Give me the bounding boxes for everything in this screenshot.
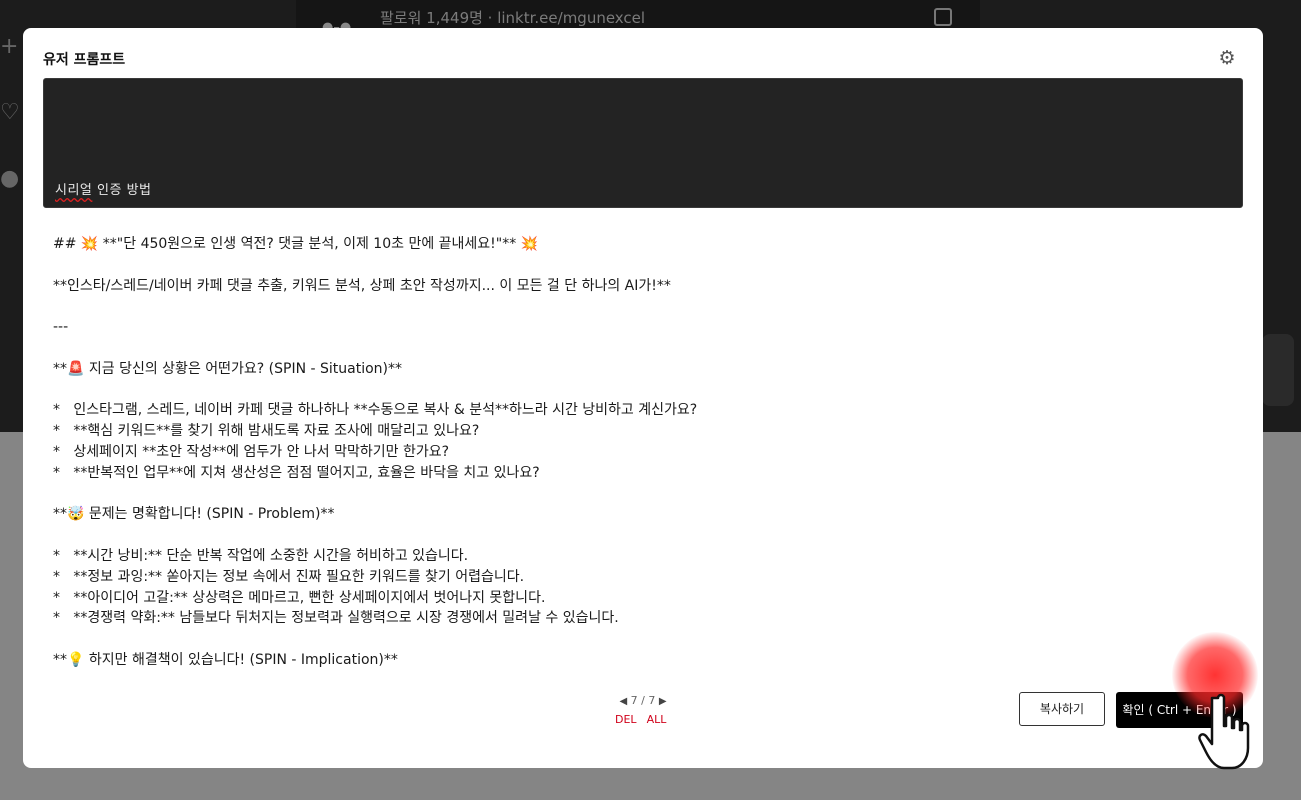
content-line: [53, 255, 1233, 276]
content-line: **💡 하지만 해결책이 있습니다! (SPIN - Implication)*…: [53, 651, 398, 668]
content-line: [53, 296, 1233, 317]
triangle-right-icon[interactable]: ▶: [659, 696, 667, 707]
background-header: ●–● 팔로워 1,449명 · linktr.ee/mgunexcel: [296, 0, 980, 35]
content-line: [53, 629, 1233, 650]
content-line: * 인스타그램, 스레드, 네이버 카페 댓글 하나하나 **수동으로 복사 &…: [53, 402, 698, 419]
background-card: [1262, 334, 1294, 406]
content-line: [53, 380, 1233, 401]
prompt-input[interactable]: 시리얼 인증 방법: [43, 78, 1243, 208]
user-icon: ●: [0, 166, 20, 191]
content-line: * **반복적인 업무**에 지쳐 생산성은 점점 떨어지고, 효율은 바닥을 …: [53, 464, 540, 481]
triangle-left-icon[interactable]: ◀: [619, 696, 627, 707]
stats-icon: [934, 8, 952, 26]
prompt-input-value-rest: 인증 방법: [92, 183, 152, 198]
content-line: [53, 525, 1233, 546]
notification-icon: ♡: [0, 100, 20, 125]
pager-actions: DEL ALL: [615, 713, 676, 726]
prompt-input-value: 시리얼 인증 방법: [55, 179, 152, 198]
content-line: [53, 338, 1233, 359]
pager: ◀ 7 / 7 ▶: [613, 694, 673, 707]
pager-current: 7 / 7: [630, 694, 656, 707]
user-prompt-modal: 유저 프롬프트 ⚙ 시리얼 인증 방법 ## 💥 **"단 450원으로 인생 …: [23, 28, 1263, 768]
content-line: [53, 484, 1233, 505]
content-line: * **경쟁력 약화:** 남들보다 뒤처지는 정보력과 실행력으로 시장 경쟁…: [53, 610, 619, 627]
content-line: **🤯 문제는 명확합니다! (SPIN - Problem)**: [53, 506, 335, 523]
modal-title: 유저 프롬프트: [43, 52, 126, 68]
content-line: **인스타/스레드/네이버 카페 댓글 추출, 키워드 분석, 상페 초안 작성…: [53, 277, 671, 294]
gear-icon[interactable]: ⚙: [1217, 48, 1237, 68]
content-line: * **핵심 키워드**를 찾기 위해 밤새도록 자료 조사에 매달리고 있나요…: [53, 423, 480, 440]
content-line: ---: [53, 319, 69, 336]
content-line: * **정보 과잉:** 쏟아지는 정보 속에서 진짜 필요한 키워드를 찾기 …: [53, 568, 525, 585]
content-line: * **시간 낭비:** 단순 반복 작업에 소중한 시간을 허비하고 있습니다…: [53, 547, 469, 564]
copy-button[interactable]: 복사하기: [1019, 692, 1105, 726]
all-link[interactable]: ALL: [647, 713, 667, 726]
content-line: ## 💥 **"단 450원으로 인생 역전? 댓글 분석, 이제 10초 만에…: [53, 236, 539, 252]
hand-cursor-icon: [1198, 693, 1250, 770]
prompt-input-value-misspelled: 시리얼: [55, 183, 93, 198]
plus-icon: +: [0, 34, 19, 59]
content-line: * **아이디어 고갈:** 상상력은 메마르고, 뻔한 상세페이지에서 벗어나…: [53, 589, 546, 606]
content-line: * 상세페이지 **초안 작성**에 엄두가 안 나서 막막하기만 한가요?: [53, 443, 450, 460]
delete-link[interactable]: DEL: [615, 713, 637, 726]
response-content: ## 💥 **"단 450원으로 인생 역전? 댓글 분석, 이제 10초 만에…: [53, 234, 1233, 680]
content-line: **🚨 지금 당신의 상황은 어떤가요? (SPIN - Situation)*…: [53, 360, 403, 377]
